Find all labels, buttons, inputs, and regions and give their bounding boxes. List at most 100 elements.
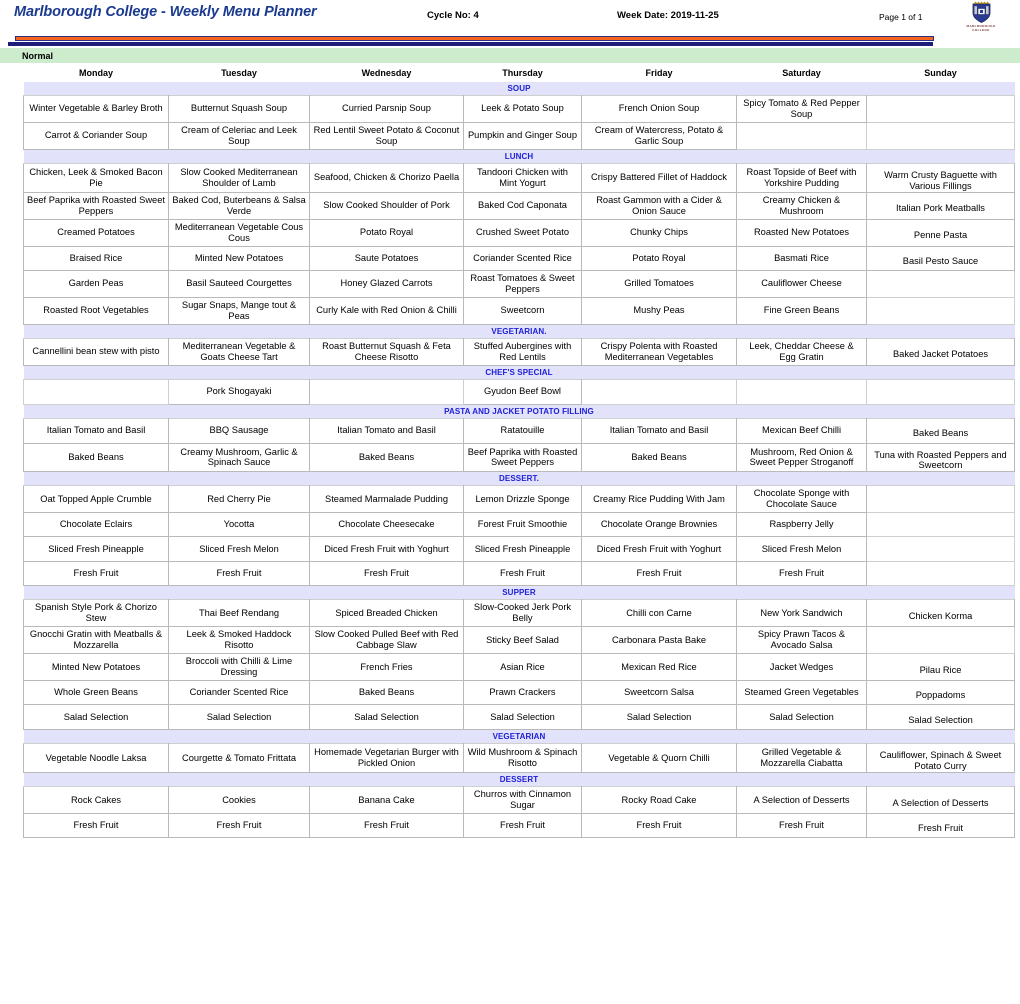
menu-row: Fresh Fruit Fresh Fruit Fresh Fruit Fresh F… (23, 813, 1015, 839)
menu-cell-saturday (736, 121, 867, 150)
menu-cell-monday: Cannellini bean stew with pisto (23, 337, 169, 366)
section-label: SOUP (23, 82, 1015, 96)
menu-cell-thursday: Lemon Drizzle Sponge (463, 485, 582, 514)
menu-cell-wednesday: Slow Cooked Pulled Beef with Red Cabbage… (309, 626, 464, 655)
rule-navy-bar (8, 42, 933, 46)
menu-cell-monday: Winter Vegetable & Barley Broth (23, 95, 169, 123)
menu-cell-friday: Grilled Tomatoes (581, 269, 737, 298)
menu-cell-thursday: Forest Fruit Smoothie (463, 512, 582, 538)
day-header-tuesday: Tuesday (221, 68, 257, 78)
menu-cell-monday: Sliced Fresh Pineapple (23, 536, 169, 563)
menu-cell-friday: Vegetable & Quorn Chilli (581, 743, 737, 774)
shield-crest-icon (972, 1, 990, 23)
college-crest: MARLBOROUGH COLLEGE (955, 1, 1007, 35)
menu-cell-saturday: Spicy Tomato & Red Pepper Soup (736, 95, 867, 123)
menu-cell-thursday: Stuffed Aubergines with Red Lentils (463, 337, 582, 366)
menu-cell-thursday: Baked Cod Caponata (463, 191, 582, 220)
menu-cell-tuesday: Minted New Potatoes (168, 245, 310, 271)
menu-cell-sunday: Penne Pasta (866, 218, 1015, 247)
menu-row: Creamed Potatoes Mediterranean Vegetable … (23, 218, 1015, 247)
menu-row: Roasted Root Vegetables Sugar Snaps, Mang… (23, 296, 1015, 325)
day-header-wednesday: Wednesday (361, 68, 412, 78)
menu-cell-friday: Crispy Battered Fillet of Haddock (581, 162, 737, 193)
menu-cell-friday: Crispy Polenta with Roasted Mediterranea… (581, 337, 737, 366)
menu-cell-thursday: Leek & Potato Soup (463, 95, 582, 123)
menu-row: Beef Paprika with Roasted Sweet Peppers B… (23, 191, 1015, 220)
menu-row: Oat Topped Apple Crumble Red Cherry Pie St… (23, 485, 1015, 514)
menu-cell-monday: Italian Tomato and Basil (23, 417, 169, 444)
header-rule (0, 36, 1020, 46)
menu-row: Cannellini bean stew with pisto Mediterra… (23, 337, 1015, 366)
menu-cell-monday: Rock Cakes (23, 786, 169, 815)
menu-cell-thursday: Sliced Fresh Pineapple (463, 536, 582, 563)
section-header-row: SUPPER (23, 585, 1015, 600)
menu-cell-tuesday: Creamy Mushroom, Garlic & Spinach Sauce (168, 442, 310, 473)
menu-cell-friday: Chunky Chips (581, 218, 737, 247)
menu-cell-wednesday: Homemade Vegetarian Burger with Pickled … (309, 743, 464, 774)
menu-cell-saturday: Chocolate Sponge with Chocolate Sauce (736, 485, 867, 514)
crest-line-2: COLLEGE (972, 28, 990, 33)
menu-cell-wednesday: Salad Selection (309, 704, 464, 731)
menu-cell-thursday: Gyudon Beef Bowl (463, 378, 582, 405)
menu-row: Spanish Style Pork & Chorizo Stew Thai Be… (23, 599, 1015, 628)
menu-cell-tuesday: Cream of Celeriac and Leek Soup (168, 121, 310, 150)
section-header-row: DESSERT. (23, 471, 1015, 486)
menu-cell-sunday: Salad Selection (866, 704, 1015, 731)
menu-row: Garden Peas Basil Sauteed Courgettes Honey… (23, 269, 1015, 298)
menu-type-band: Normal (0, 48, 1020, 63)
menu-cell-sunday: Fresh Fruit (866, 813, 1015, 839)
menu-cell-monday: Gnocchi Gratin with Meatballs & Mozzarel… (23, 626, 169, 655)
menu-cell-thursday: Sticky Beef Salad (463, 626, 582, 655)
menu-cell-wednesday: Steamed Marmalade Pudding (309, 485, 464, 514)
menu-cell-sunday (866, 296, 1015, 325)
menu-cell-saturday: Roasted New Potatoes (736, 218, 867, 247)
menu-cell-friday: Chocolate Orange Brownies (581, 512, 737, 538)
menu-cell-tuesday: Mediterranean Vegetable & Goats Cheese T… (168, 337, 310, 366)
menu-cell-monday: Whole Green Beans (23, 680, 169, 706)
menu-cell-wednesday: Seafood, Chicken & Chorizo Paella (309, 162, 464, 193)
day-header-friday: Friday (645, 68, 673, 78)
menu-cell-tuesday: Cookies (168, 786, 310, 815)
menu-cell-sunday: Baked Jacket Potatoes (866, 337, 1015, 366)
section-header-row: PASTA AND JACKET POTATO FILLING (23, 404, 1015, 418)
menu-cell-monday: Creamed Potatoes (23, 218, 169, 247)
section-label: LUNCH (23, 149, 1015, 164)
menu-cell-monday: Fresh Fruit (23, 813, 169, 839)
menu-cell-thursday: Beef Paprika with Roasted Sweet Peppers (463, 442, 582, 473)
menu-row: Gnocchi Gratin with Meatballs & Mozzarel… (23, 626, 1015, 655)
menu-row: Pork Shogayaki Gyudon Beef Bowl (23, 378, 1015, 405)
menu-cell-wednesday: Banana Cake (309, 786, 464, 815)
menu-cell-tuesday: Mediterranean Vegetable Cous Cous (168, 218, 310, 247)
menu-cell-friday: Cream of Watercress, Potato & Garlic Sou… (581, 121, 737, 150)
menu-row: Winter Vegetable & Barley Broth Butternut… (23, 95, 1015, 123)
crest-label: MARLBOROUGH COLLEGE (967, 24, 996, 32)
menu-row: Vegetable Noodle Laksa Courgette & Tomato… (23, 743, 1015, 774)
menu-cell-saturday: Spicy Prawn Tacos & Avocado Salsa (736, 626, 867, 655)
menu-cell-wednesday: Diced Fresh Fruit with Yoghurt (309, 536, 464, 563)
menu-cell-friday: Fresh Fruit (581, 813, 737, 839)
section-label: VEGETARIAN. (23, 324, 1015, 339)
menu-cell-thursday: Prawn Crackers (463, 680, 582, 706)
menu-cell-thursday: Wild Mushroom & Spinach Risotto (463, 743, 582, 774)
rule-orange-bar (15, 36, 934, 41)
menu-cell-monday: Salad Selection (23, 704, 169, 731)
menu-cell-tuesday: Yocotta (168, 512, 310, 538)
menu-cell-sunday: Pilau Rice (866, 653, 1015, 682)
menu-cell-saturday: Roast Topside of Beef with Yorkshire Pud… (736, 162, 867, 193)
menu-cell-saturday: Raspberry Jelly (736, 512, 867, 538)
menu-cell-tuesday: Leek & Smoked Haddock Risotto (168, 626, 310, 655)
menu-row: Rock Cakes Cookies Banana Cake Churros with… (23, 786, 1015, 815)
menu-cell-sunday (866, 512, 1015, 538)
menu-cell-friday: Creamy Rice Pudding With Jam (581, 485, 737, 514)
menu-cell-tuesday: Basil Sauteed Courgettes (168, 269, 310, 298)
day-header-row: Monday Tuesday Wednesday Thursday Friday Satu… (24, 65, 1015, 82)
page-header: Marlborough College - Weekly Menu Planne… (0, 0, 1020, 36)
menu-cell-monday: Braised Rice (23, 245, 169, 271)
menu-cell-wednesday: Baked Beans (309, 442, 464, 473)
menu-cell-thursday: Sweetcorn (463, 296, 582, 325)
menu-cell-tuesday: Red Cherry Pie (168, 485, 310, 514)
menu-cell-wednesday: Fresh Fruit (309, 561, 464, 587)
menu-cell-saturday (736, 378, 867, 405)
menu-cell-monday: Carrot & Coriander Soup (23, 121, 169, 150)
menu-table-body: Monday Tuesday Wednesday Thursday Friday Satu… (23, 65, 1015, 839)
